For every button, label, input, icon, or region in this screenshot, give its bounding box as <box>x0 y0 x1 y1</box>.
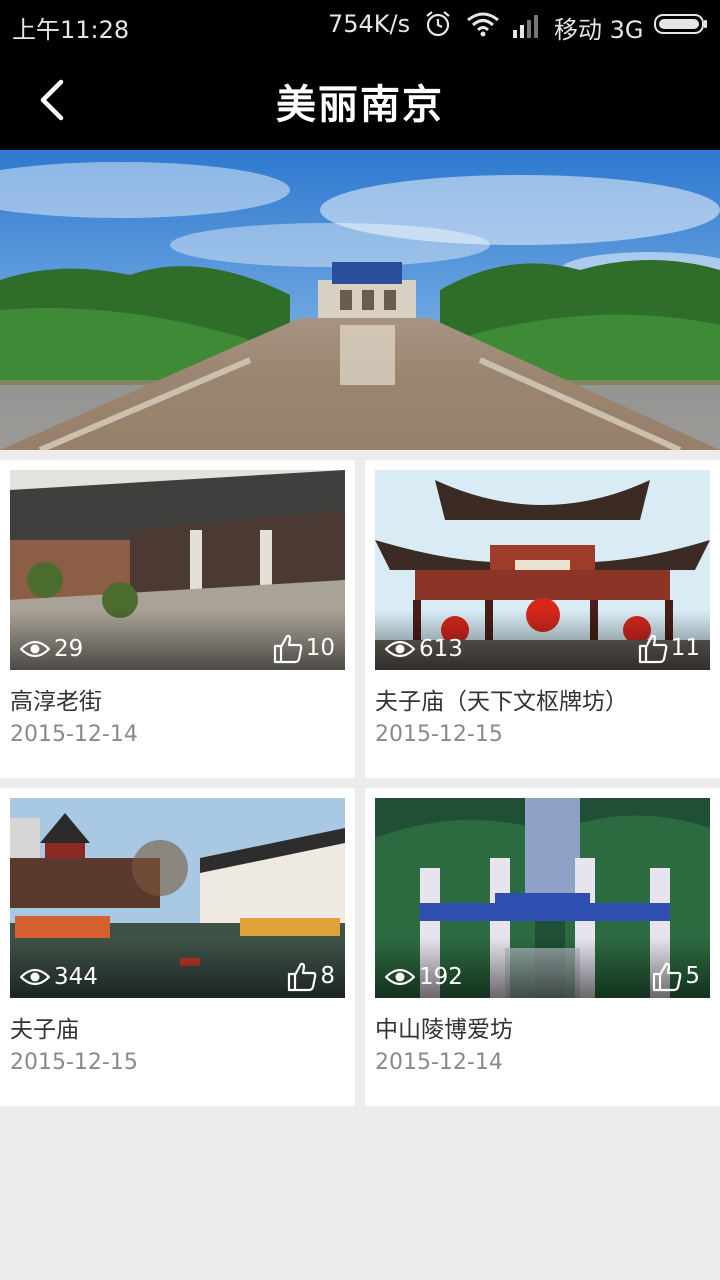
app-header: 美丽南京 <box>0 50 720 150</box>
carrier-label: 移动 3G <box>554 16 644 44</box>
alarm-icon <box>426 11 450 37</box>
view-count: 29 <box>20 636 83 662</box>
view-count-value: 613 <box>419 636 463 662</box>
attraction-card[interactable]: 29 10 高淳老街 2015-12-14 <box>0 460 355 778</box>
card-title: 中山陵博爱坊 <box>375 1017 513 1043</box>
like-count-value: 11 <box>670 635 700 661</box>
like-count-value: 5 <box>685 963 700 989</box>
signal-icon <box>513 15 538 38</box>
page-title: 美丽南京 <box>276 82 444 128</box>
like-count-value: 10 <box>305 635 335 661</box>
card-title: 夫子庙 <box>10 1017 79 1043</box>
eye-icon <box>20 640 50 658</box>
like-count[interactable]: 10 <box>272 632 335 664</box>
like-count[interactable]: 5 <box>651 960 700 992</box>
eye-icon <box>385 640 415 658</box>
thumbs-up-icon <box>288 962 317 992</box>
like-count[interactable]: 8 <box>286 960 335 992</box>
like-count[interactable]: 11 <box>637 632 700 664</box>
card-photo: 613 11 <box>375 470 710 670</box>
card-photo: 192 5 <box>375 798 710 998</box>
attraction-card[interactable]: 192 5 中山陵博爱坊 2015-12-14 <box>365 788 720 1106</box>
eye-icon <box>20 968 50 986</box>
view-count: 613 <box>385 636 463 662</box>
card-title: 高淳老街 <box>10 689 102 715</box>
like-count-value: 8 <box>320 963 335 989</box>
banner-photo <box>0 150 720 450</box>
eye-icon <box>385 968 415 986</box>
card-title: 夫子庙（天下文枢牌坊） <box>375 689 628 715</box>
wifi-icon <box>467 12 499 37</box>
card-date: 2015-12-14 <box>375 1050 503 1075</box>
banner-image[interactable] <box>0 150 720 450</box>
view-count: 344 <box>20 964 98 990</box>
card-photo: 29 10 <box>10 470 345 670</box>
view-count-value: 192 <box>419 964 463 990</box>
view-count-value: 29 <box>54 636 84 662</box>
attraction-card[interactable]: 344 8 夫子庙 2015-12-15 <box>0 788 355 1106</box>
battery-icon <box>654 14 707 34</box>
attraction-card[interactable]: 613 11 夫子庙（天下文枢牌坊） 2015-12-15 <box>365 460 720 778</box>
card-date: 2015-12-14 <box>10 722 138 747</box>
status-time: 上午11:28 <box>12 16 130 44</box>
thumbs-up-icon <box>273 634 303 664</box>
network-speed: 754K/s <box>328 10 411 38</box>
card-date: 2015-12-15 <box>375 722 503 747</box>
view-count: 192 <box>385 964 463 990</box>
view-count-value: 344 <box>54 964 98 990</box>
thumbs-up-icon <box>638 634 668 664</box>
card-photo: 344 8 <box>10 798 345 998</box>
card-date: 2015-12-15 <box>10 1050 138 1075</box>
thumbs-up-icon <box>653 962 682 992</box>
status-bar: 上午11:28 754K/s 移动 3G <box>0 0 720 50</box>
